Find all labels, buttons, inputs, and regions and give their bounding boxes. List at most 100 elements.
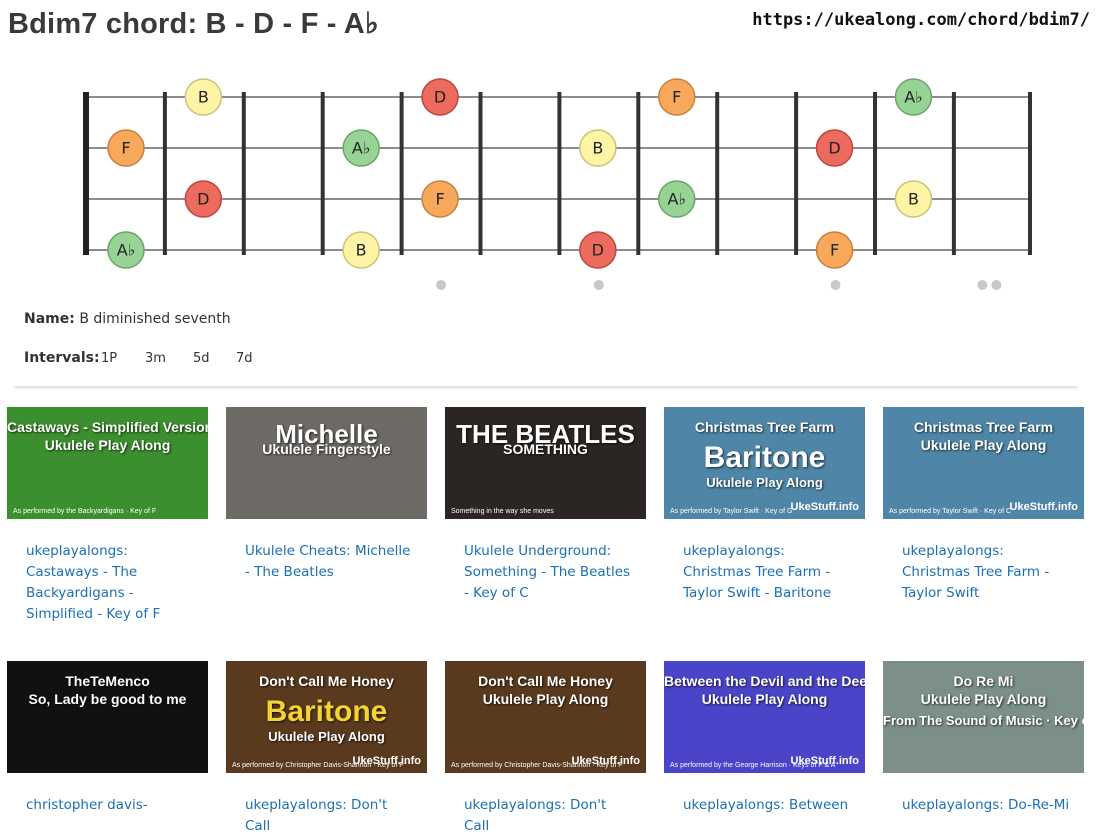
video-thumbnail[interactable]: Between the Devil and the Deep Blue Sea U… [664, 661, 865, 773]
video-title-link[interactable]: ukeplayalongs: Between [683, 795, 853, 816]
note-F-s3-f4: F [421, 180, 459, 218]
note-label: A♭ [668, 190, 687, 209]
video-card[interactable]: Between the Devil and the Deep Blue Sea U… [664, 661, 865, 816]
note-D-s4-f6: D [579, 231, 617, 269]
video-card[interactable]: THE BEATLES SOMETHING Something in the way… [445, 407, 646, 604]
interval-third: 3m [145, 351, 166, 366]
note-label: B [198, 88, 209, 107]
fret-marker-7 [593, 280, 604, 290]
note-F-s2-f0: F [107, 129, 145, 167]
note-label: D [434, 88, 446, 107]
video-title-link[interactable]: ukeplayalongs: Castaways - The Backyardi… [26, 541, 196, 625]
thumbnail-text: TheTeMenco [65, 673, 150, 689]
thumbnail-text: As performed by Taylor Swift · Key of C [889, 508, 1012, 515]
note-Ab-s4-f0: A♭ [107, 231, 145, 269]
note-label: F [121, 139, 130, 158]
thumbnail-text: UkeStuff.info [1009, 501, 1078, 513]
video-thumbnail[interactable]: Michelle Ukulele Fingerstyle [226, 407, 427, 519]
video-thumbnail[interactable]: Christmas Tree Farm Ukulele Play Along As … [883, 407, 1084, 519]
fret-marker-10 [830, 280, 841, 290]
video-title-link[interactable]: ukeplayalongs: Don't Call [464, 795, 634, 837]
thumbnail-text: Between the Devil and the Deep Blue Sea [664, 673, 865, 689]
interval-seventh: 7d [236, 351, 253, 366]
thumbnail-text: As performed by Taylor Swift · Key of G [670, 508, 793, 515]
note-B-s3-f10: B [894, 180, 933, 218]
video-thumbnail[interactable]: Don't Call Me Honey Baritone Ukulele Play … [226, 661, 427, 773]
note-label: F [830, 241, 839, 260]
video-thumbnail[interactable]: Don't Call Me Honey Ukulele Play Along As … [445, 661, 646, 773]
note-label: A♭ [904, 88, 923, 107]
video-title-link[interactable]: Ukulele Cheats: Michelle - The Beatles [245, 541, 415, 583]
note-label: B [908, 190, 919, 209]
note-D-s1-f4: D [421, 78, 459, 116]
note-Ab-s1-f10: A♭ [894, 78, 933, 116]
video-card[interactable]: Michelle Ukulele Fingerstyle Ukulele Cheat… [226, 407, 427, 583]
section-divider [14, 386, 1078, 388]
thumbnail-text: Ukulele Fingerstyle [262, 441, 391, 457]
thumbnail-text: UkeStuff.info [790, 501, 859, 513]
thumbnail-text: Don't Call Me Honey [259, 673, 394, 689]
note-F-s1-f7: F [658, 78, 696, 116]
video-title-link[interactable]: ukeplayalongs: Don't Call [245, 795, 415, 837]
video-thumbnail[interactable]: TheTeMenco So, Lady be good to me [7, 661, 208, 773]
video-card[interactable]: Christmas Tree Farm Ukulele Play Along As … [883, 407, 1084, 604]
note-Ab-s2-f3: A♭ [342, 129, 380, 167]
video-title-link[interactable]: Ukulele Underground: Something - The Bea… [464, 541, 634, 604]
note-D-s2-f9: D [815, 129, 854, 167]
note-label: B [356, 241, 367, 260]
interval-fifth: 5d [193, 351, 210, 366]
thumbnail-text: UkeStuff.info [352, 755, 421, 767]
thumbnail-text: As performed by the Backyardigans · Key … [13, 508, 157, 515]
thumbnail-text: Baritone [703, 441, 826, 474]
note-B-s1-f1: B [184, 78, 223, 116]
video-title-link[interactable]: ukeplayalongs: Christmas Tree Farm - Tay… [902, 541, 1072, 604]
thumbnail-text: UkeStuff.info [571, 755, 640, 767]
thumbnail-text: UkeStuff.info [790, 755, 859, 767]
video-card[interactable]: Don't Call Me Honey Baritone Ukulele Play … [226, 661, 427, 837]
thumbnail-text: So, Lady be good to me [28, 691, 187, 707]
video-thumbnail[interactable]: Do Re Mi Ukulele Play Along From The Sound… [883, 661, 1084, 773]
thumbnail-text: Christmas Tree Farm [913, 419, 1054, 435]
video-card[interactable]: Do Re Mi Ukulele Play Along From The Sound… [883, 661, 1084, 816]
thumbnail-text: From The Sound of Music · Key of C [883, 713, 1084, 728]
thumbnail-text: Don't Call Me Honey [478, 673, 613, 689]
fret-marker-12-1 [977, 280, 988, 290]
thumbnail-text: Ukulele Play Along [701, 691, 828, 707]
chord-name-value: B diminished seventh [79, 311, 231, 327]
note-label: A♭ [117, 241, 136, 260]
note-Ab-s3-f7: A♭ [658, 180, 696, 218]
thumbnail-text: Christmas Tree Farm [694, 419, 835, 435]
video-card[interactable]: Castaways - Simplified Version Ukulele Pl… [7, 407, 208, 625]
note-B-s4-f3: B [342, 231, 380, 269]
intervals-label: Intervals: [24, 350, 100, 366]
interval-root: 1P [101, 351, 118, 366]
video-title-link[interactable]: ukeplayalongs: Do-Re-Mi [902, 795, 1072, 816]
note-label: D [828, 139, 840, 158]
video-thumbnail[interactable]: THE BEATLES SOMETHING Something in the way… [445, 407, 646, 519]
note-label: F [672, 88, 681, 107]
video-thumbnail[interactable]: Christmas Tree Farm Baritone Ukulele Play … [664, 407, 865, 519]
name-label: Name: [24, 311, 75, 327]
thumbnail-text: Do Re Mi [953, 673, 1014, 689]
video-card[interactable]: Don't Call Me Honey Ukulele Play Along As … [445, 661, 646, 837]
video-thumbnail[interactable]: Castaways - Simplified Version Ukulele Pl… [7, 407, 208, 519]
video-title-link[interactable]: christopher davis- [26, 795, 196, 816]
thumbnail-text: Ukulele Play Along [44, 437, 171, 453]
video-card[interactable]: Christmas Tree Farm Baritone Ukulele Play … [664, 407, 865, 604]
note-label: B [592, 139, 603, 158]
thumbnail-text: Ukulele Play Along [268, 729, 385, 744]
thumbnail-text: Ukulele Play Along [706, 475, 823, 490]
thumbnail-text: Ukulele Play Along [920, 437, 1047, 453]
note-B-s2-f6: B [579, 129, 617, 167]
page-url-link[interactable]: https://ukealong.com/chord/bdim7/ [752, 10, 1090, 30]
note-D-s3-f1: D [184, 180, 223, 218]
thumbnail-text: Ukulele Play Along [482, 691, 609, 707]
fret-marker-5 [436, 280, 447, 290]
intervals-row: Intervals: 1P 3m 5d 7d [24, 350, 253, 366]
chord-name-row: Name: B diminished seventh [24, 311, 231, 327]
video-title-link[interactable]: ukeplayalongs: Christmas Tree Farm - Tay… [683, 541, 853, 604]
video-card[interactable]: TheTeMenco So, Lady be good to me christop… [7, 661, 208, 816]
note-label: D [592, 241, 604, 260]
note-F-s4-f9: F [815, 231, 854, 269]
thumbnail-text: Castaways - Simplified Version [7, 419, 208, 435]
